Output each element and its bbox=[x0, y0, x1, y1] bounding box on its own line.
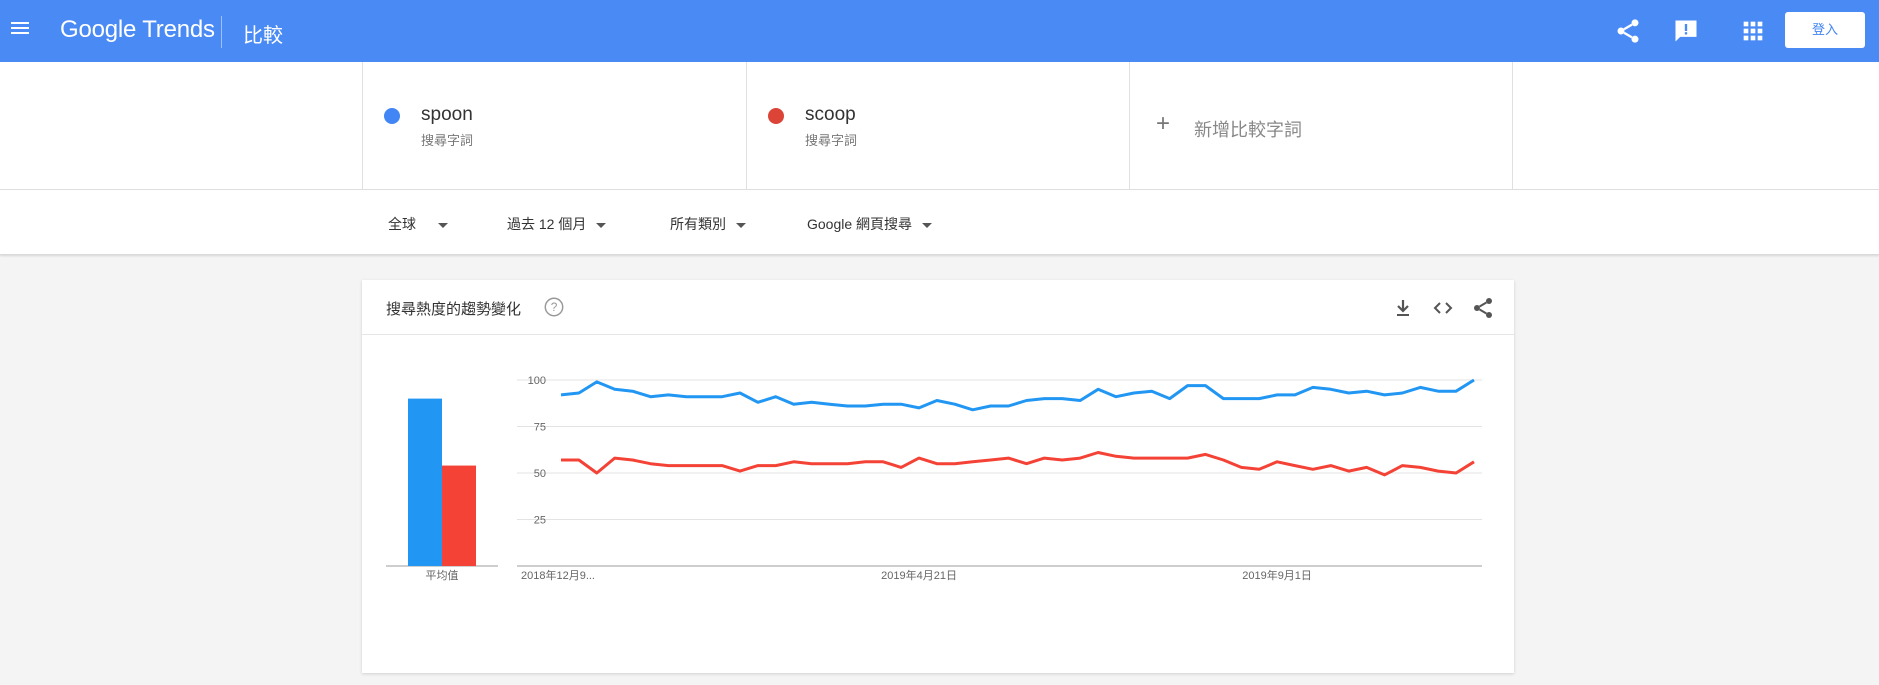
term-color-dot bbox=[384, 108, 400, 124]
series-line-spoon bbox=[560, 378, 1475, 412]
login-button[interactable]: 登入 bbox=[1785, 12, 1865, 48]
chevron-down-icon bbox=[438, 222, 448, 228]
x-tick-label: 2018年12月9... bbox=[521, 568, 595, 582]
y-tick-label: 75 bbox=[534, 422, 546, 434]
term-name: scoop bbox=[805, 104, 856, 125]
x-tick-label: 2019年9月1日 bbox=[1242, 568, 1312, 582]
chevron-down-icon bbox=[736, 222, 746, 228]
google-trends-logo[interactable]: Google Trends bbox=[60, 16, 215, 44]
filters-bar: 全球 過去 12 個月 所有類別 Google 網頁搜尋 bbox=[0, 190, 1879, 255]
term-type: 搜尋字詞 bbox=[805, 133, 858, 148]
search-property-dropdown[interactable]: Google 網頁搜尋 bbox=[807, 214, 933, 234]
plus-icon: + bbox=[1156, 110, 1171, 137]
y-tick-label: 50 bbox=[534, 468, 546, 480]
average-bar-scoop bbox=[442, 465, 476, 566]
page-title: 比較 bbox=[243, 25, 283, 47]
term-card-spoon[interactable]: spoon 搜尋字詞 bbox=[362, 62, 746, 190]
chevron-down-icon bbox=[596, 222, 607, 228]
trend-chart: 25 50 75 100 平均值 2018年12月9... 2019年4月21日 2019年9… bbox=[386, 375, 1482, 582]
help-icon[interactable]: ? bbox=[543, 296, 565, 318]
term-name: spoon bbox=[421, 104, 473, 125]
feedback-icon[interactable] bbox=[1672, 17, 1700, 45]
svg-text:?: ? bbox=[551, 300, 558, 314]
apps-icon[interactable] bbox=[1739, 17, 1767, 45]
card-header: 搜尋熱度的趨勢變化 ? bbox=[362, 280, 1514, 335]
add-term-button[interactable]: + 新增比較字詞 bbox=[1129, 62, 1513, 190]
download-icon[interactable] bbox=[1391, 296, 1415, 320]
interest-over-time-card: 搜尋熱度的趨勢變化 ? 25 50 75 100 平均值 2018年12月9... 2019… bbox=[362, 280, 1514, 673]
time-range-dropdown[interactable]: 過去 12 個月 bbox=[507, 214, 607, 234]
header-divider bbox=[221, 16, 222, 48]
x-tick-label: 2019年4月21日 bbox=[881, 568, 957, 582]
app-header: Google Trends 比較 登入 bbox=[0, 0, 1879, 62]
share-icon[interactable] bbox=[1614, 17, 1642, 45]
compare-terms-row: spoon 搜尋字詞 scoop 搜尋字詞 + 新增比較字詞 bbox=[0, 62, 1879, 190]
average-bar-spoon bbox=[408, 398, 442, 566]
term-type: 搜尋字詞 bbox=[421, 133, 474, 148]
region-value: 全球 bbox=[388, 216, 416, 232]
card-title: 搜尋熱度的趨勢變化 bbox=[386, 301, 522, 318]
series-line-scoop bbox=[561, 451, 1475, 477]
term-card-scoop[interactable]: scoop 搜尋字詞 bbox=[746, 62, 1130, 190]
share-icon[interactable] bbox=[1471, 296, 1495, 320]
y-tick-label: 25 bbox=[534, 515, 546, 527]
chevron-down-icon bbox=[922, 222, 933, 228]
category-dropdown[interactable]: 所有類別 bbox=[670, 214, 746, 234]
y-tick-label: 100 bbox=[528, 375, 546, 387]
time-range-value: 過去 12 個月 bbox=[507, 216, 587, 232]
region-dropdown[interactable]: 全球 bbox=[388, 214, 448, 234]
term-color-dot bbox=[768, 108, 784, 124]
add-term-label: 新增比較字詞 bbox=[1194, 120, 1302, 140]
search-property-value: Google 網頁搜尋 bbox=[807, 216, 913, 232]
category-value: 所有類別 bbox=[670, 216, 726, 232]
menu-icon[interactable] bbox=[11, 19, 31, 39]
embed-icon[interactable] bbox=[1431, 296, 1455, 320]
average-label: 平均值 bbox=[426, 569, 459, 582]
